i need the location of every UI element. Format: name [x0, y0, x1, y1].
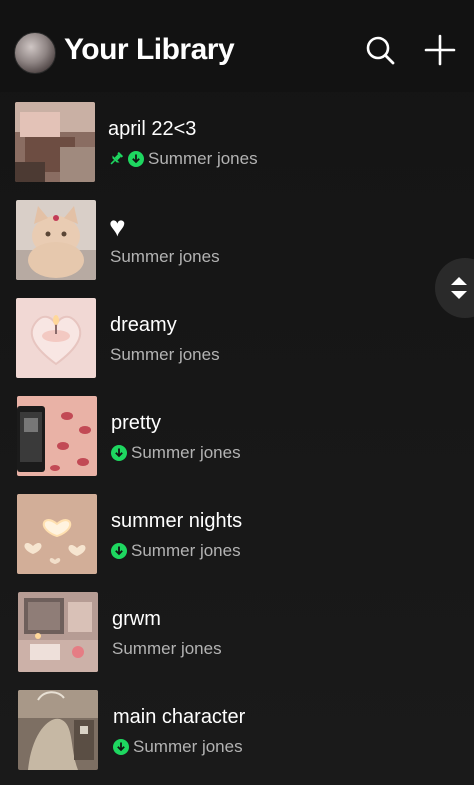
- playlist-subtitle: Summer jones: [112, 638, 222, 660]
- playlist-title: april 22<3: [108, 118, 197, 140]
- playlist-owner: Summer jones: [110, 345, 220, 364]
- playlist-row[interactable]: grwm Summer jones: [0, 592, 440, 674]
- playlist-subtitle: Summer jones: [110, 246, 220, 268]
- playlist-cover: [18, 592, 98, 672]
- playlist-title: pretty: [111, 412, 162, 434]
- scroll-handle-icon: [451, 277, 467, 299]
- playlist-owner: Summer jones: [110, 247, 220, 266]
- profile-avatar[interactable]: [14, 32, 56, 74]
- playlist-cover: [15, 102, 95, 182]
- pin-icon: [110, 151, 124, 165]
- search-button[interactable]: [362, 32, 398, 68]
- download-icon: [111, 445, 127, 461]
- download-icon: [111, 543, 127, 559]
- playlist-owner: Summer jones: [112, 639, 222, 658]
- playlist-row[interactable]: main character Summer jones: [0, 690, 440, 772]
- playlist-row[interactable]: pretty Summer jones: [0, 396, 440, 478]
- playlist-cover: [18, 690, 98, 770]
- fast-scroll-handle[interactable]: [435, 258, 474, 318]
- playlist-title: dreamy: [110, 314, 177, 336]
- playlist-row[interactable]: dreamy Summer jones: [0, 298, 440, 380]
- playlist-owner: Summer jones: [133, 737, 243, 756]
- plus-icon: [424, 34, 456, 66]
- playlist-cover: [16, 298, 96, 378]
- playlist-title: grwm: [112, 608, 161, 630]
- download-icon: [113, 739, 129, 755]
- playlist-subtitle: Summer jones: [111, 540, 241, 562]
- playlist-owner: Summer jones: [131, 541, 241, 560]
- search-icon: [366, 36, 395, 65]
- playlist-subtitle: Summer jones: [110, 344, 220, 366]
- library-header: Your Library: [0, 0, 474, 92]
- playlist-row[interactable]: april 22<3 Summer jones: [0, 102, 440, 184]
- playlist-row[interactable]: summer nights Summer jones: [0, 494, 440, 576]
- playlist-owner: Summer jones: [131, 443, 241, 462]
- playlist-owner: Summer jones: [148, 149, 258, 168]
- add-button[interactable]: [422, 32, 458, 68]
- playlist-subtitle: Summer jones: [111, 442, 241, 464]
- playlist-cover: [16, 200, 96, 280]
- playlist-title: ♥: [109, 211, 126, 242]
- playlist-title: main character: [113, 706, 246, 728]
- download-icon: [128, 151, 144, 167]
- playlist-title: summer nights: [111, 510, 243, 532]
- playlist-subtitle: Summer jones: [113, 736, 243, 758]
- playlist-cover: [17, 396, 97, 476]
- page-title: Your Library: [64, 33, 235, 66]
- playlist-row[interactable]: ♥ Summer jones: [0, 200, 440, 282]
- playlist-subtitle: Summer jones: [108, 148, 258, 170]
- playlist-cover: [17, 494, 97, 574]
